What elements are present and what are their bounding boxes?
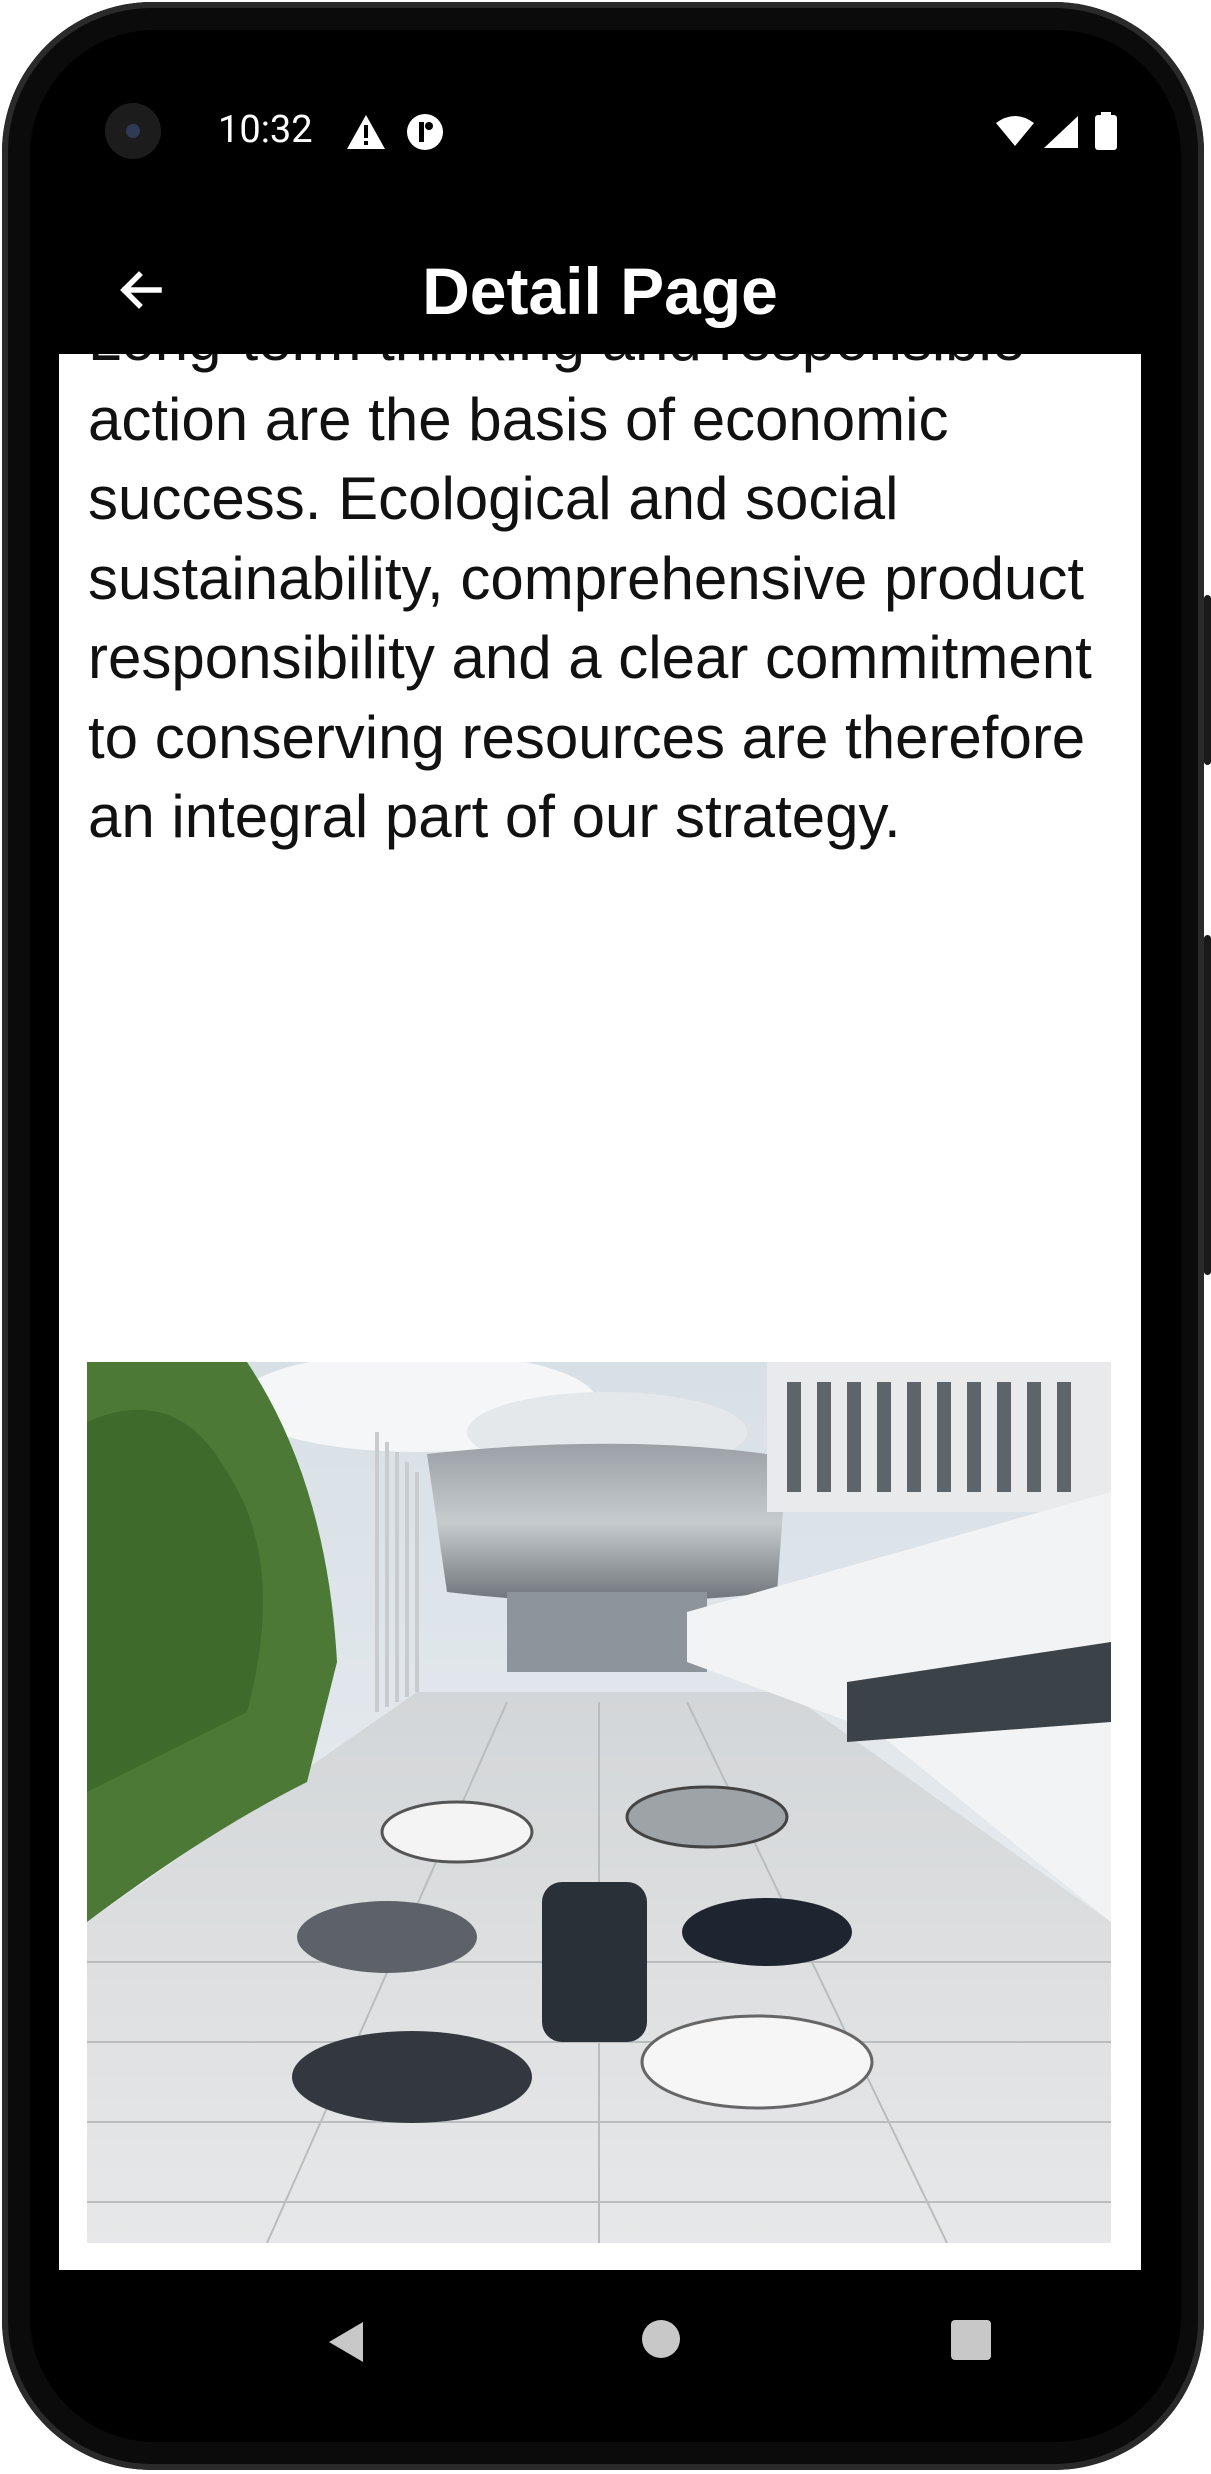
description-text: Long-term thinking and responsible actio… — [88, 354, 1092, 850]
nav-back-icon[interactable] — [327, 2320, 365, 2364]
nav-home-icon[interactable] — [642, 2320, 680, 2358]
front-camera — [105, 103, 161, 159]
volume-button — [1204, 935, 1211, 1275]
photo-illustration — [87, 1362, 1111, 2243]
status-time: 10:32 — [218, 108, 313, 152]
power-button — [1204, 595, 1211, 765]
detail-content[interactable]: Long-term thinking and responsible actio… — [59, 354, 1141, 2270]
nav-recents-icon[interactable] — [951, 2320, 991, 2360]
warning-icon — [347, 115, 385, 149]
wifi-icon — [996, 116, 1034, 146]
app-bar: Detail Page — [59, 230, 1141, 354]
museum-cars-photo — [87, 1362, 1111, 2243]
system-nav-bar — [59, 2270, 1141, 2410]
battery-icon — [1095, 112, 1117, 150]
cycle-icon — [407, 114, 443, 150]
device-frame: 10:32 Detail Page Long-term thinking and… — [0, 0, 1211, 2474]
signal-icon — [1044, 116, 1078, 148]
page-title: Detail Page — [422, 254, 778, 328]
